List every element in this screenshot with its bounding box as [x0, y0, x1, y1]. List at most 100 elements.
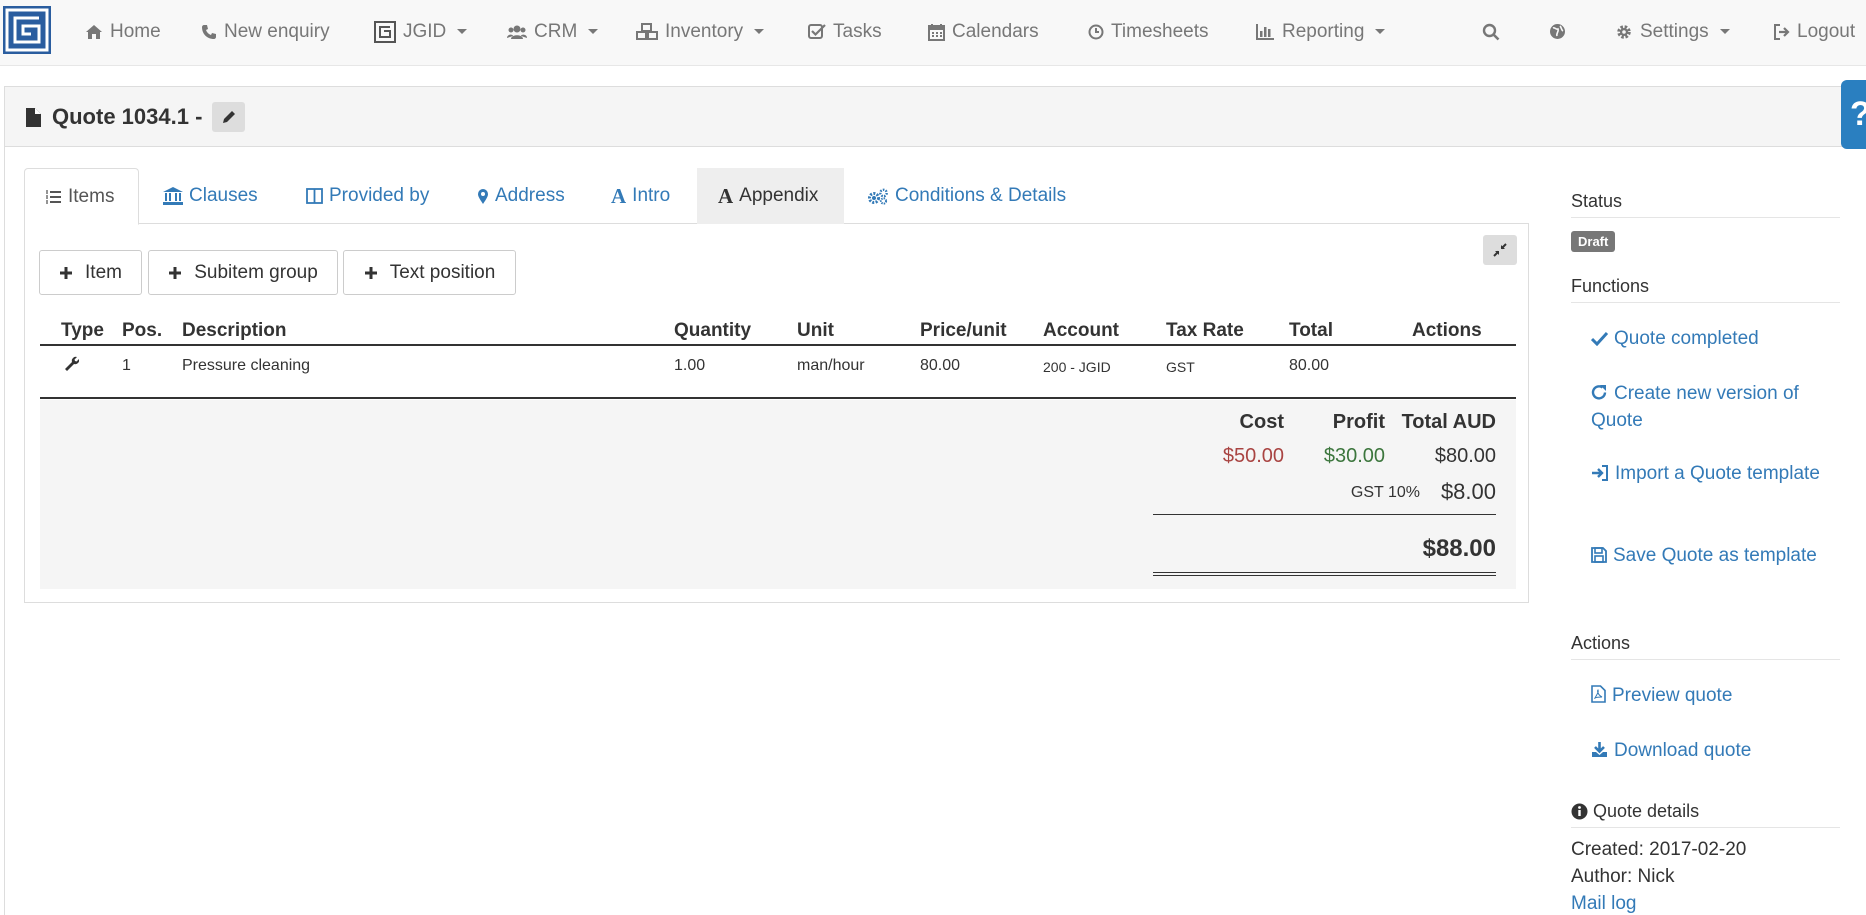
add-subitem-group-label: Subitem group [194, 261, 318, 283]
nav-jgid-dropdown[interactable]: JGID [374, 0, 468, 63]
nav-search[interactable] [1482, 0, 1500, 63]
plus-icon [59, 266, 73, 280]
quote-completed-label: Quote completed [1614, 328, 1759, 349]
nav-tasks-label: Tasks [833, 20, 882, 42]
tab-address[interactable]: Address [477, 168, 565, 224]
gear-icon [1615, 23, 1633, 41]
edit-title-button[interactable] [212, 102, 246, 132]
row-account: 200 - JGID [1043, 359, 1111, 375]
bar-chart-icon [1256, 23, 1275, 40]
create-new-version-link[interactable]: Create new version of Quote [1591, 380, 1831, 434]
save-template-link[interactable]: Save Quote as template [1591, 542, 1831, 569]
collapse-button[interactable] [1483, 235, 1517, 265]
status-badge: Draft [1571, 231, 1616, 252]
col-header-actions: Actions [1412, 320, 1482, 341]
panel-header: Quote 1034.1 - [5, 87, 1866, 147]
add-text-position-label: Text position [389, 261, 496, 283]
help-tab[interactable]: ? [1841, 80, 1866, 149]
nav-settings-dropdown[interactable]: Settings [1615, 0, 1730, 63]
preview-quote-link[interactable]: Preview quote [1591, 682, 1831, 709]
subtotal-divider [1153, 514, 1496, 515]
nav-settings-label: Settings [1640, 20, 1709, 42]
totals-box: Cost Profit Total AUD $50.00 $30.00 $80.… [40, 400, 1516, 589]
col-header-unit: Unit [797, 320, 834, 341]
add-item-button[interactable]: Item [39, 250, 142, 295]
chevron-down-icon [588, 29, 599, 34]
gears-icon [867, 188, 889, 205]
actions-heading: Actions [1571, 633, 1840, 660]
file-icon [25, 107, 42, 128]
mail-log-link[interactable]: Mail log [1571, 893, 1840, 915]
quote-details-label: Quote details [1593, 801, 1700, 821]
import-template-link[interactable]: Import a Quote template [1591, 460, 1831, 487]
nav-tasks[interactable]: Tasks [808, 0, 882, 63]
tab-clauses[interactable]: Clauses [163, 168, 258, 224]
nav-reporting-dropdown[interactable]: Reporting [1256, 0, 1386, 63]
tab-address-label: Address [495, 185, 565, 206]
grand-total-value: $88.00 [1422, 535, 1496, 562]
pencil-icon [221, 109, 237, 125]
nav-logout[interactable]: Logout [1773, 0, 1855, 63]
tab-conditions-label: Conditions & Details [895, 185, 1067, 206]
sign-out-icon [1773, 23, 1790, 40]
add-text-position-button[interactable]: Text position [343, 250, 516, 295]
grand-total-underline [1153, 572, 1496, 576]
download-quote-link[interactable]: Download quote [1591, 737, 1831, 764]
chevron-down-icon [457, 29, 468, 34]
nav-inventory-dropdown[interactable]: Inventory [636, 0, 765, 63]
row-unit: man/hour [797, 357, 865, 374]
check-icon [1591, 325, 1614, 352]
list-icon [45, 189, 62, 205]
nav-new-enquiry-label: New enquiry [224, 20, 330, 42]
tab-provided-by[interactable]: Provided by [306, 168, 429, 224]
nav-jgid-label: JGID [403, 20, 447, 42]
nav-home[interactable]: Home [85, 0, 161, 63]
created-date: Created: 2017-02-20 [1571, 839, 1747, 860]
nav-crm-dropdown[interactable]: CRM [507, 0, 599, 63]
chevron-down-icon [1719, 29, 1730, 34]
nav-language[interactable] [1549, 0, 1566, 63]
row-price-unit: 80.00 [920, 357, 961, 374]
nav-timesheets[interactable]: Timesheets [1088, 0, 1209, 63]
preview-quote-label: Preview quote [1612, 685, 1733, 706]
col-header-account: Account [1043, 320, 1119, 341]
tab-conditions-details[interactable]: Conditions & Details [867, 168, 1066, 224]
quote-tabs: Items Clauses Provided by Address A Intr… [24, 168, 1529, 225]
nav-new-enquiry[interactable]: New enquiry [201, 0, 330, 63]
chevron-down-icon [754, 29, 765, 34]
wrench-icon [63, 355, 79, 371]
tab-appendix[interactable]: A Appendix [697, 168, 844, 224]
tab-items[interactable]: Items [24, 168, 139, 225]
col-header-total: Total [1289, 320, 1333, 341]
page-title: Quote 1034.1 - [52, 104, 203, 129]
row-quantity: 1.00 [674, 357, 706, 374]
row-total: 80.00 [1289, 357, 1330, 374]
import-template-label: Import a Quote template [1615, 463, 1820, 484]
home-icon [85, 24, 103, 40]
checkbox-icon [808, 23, 826, 40]
quote-completed-link[interactable]: Quote completed [1591, 325, 1831, 352]
profit-value: $30.00 [1323, 445, 1385, 467]
tab-intro[interactable]: A Intro [611, 168, 670, 224]
header-divider [40, 344, 1516, 346]
phone-icon [201, 24, 217, 40]
cubes-icon [636, 22, 658, 41]
items-tab-content: Item Subitem group Text position Type Po… [24, 223, 1529, 603]
add-subitem-group-button[interactable]: Subitem group [148, 250, 338, 295]
col-header-pos: Pos. [122, 320, 163, 341]
functions-heading: Functions [1571, 276, 1840, 303]
font-icon: A [718, 183, 734, 208]
nav-home-label: Home [110, 20, 161, 42]
save-template-label: Save Quote as template [1613, 545, 1817, 566]
col-header-price-unit: Price/unit [920, 320, 1007, 341]
nav-calendars-label: Calendars [952, 20, 1039, 42]
nav-logout-label: Logout [1797, 20, 1856, 42]
font-icon: A [611, 183, 627, 208]
nav-calendars[interactable]: Calendars [928, 0, 1039, 63]
nav-timesheets-label: Timesheets [1111, 20, 1209, 42]
app-logo[interactable] [3, 6, 51, 54]
gst-label: GST 10% [1350, 484, 1420, 501]
sign-in-icon [1591, 460, 1615, 487]
col-header-quantity: Quantity [674, 320, 752, 341]
total-aud-label: Total AUD [1401, 411, 1496, 433]
